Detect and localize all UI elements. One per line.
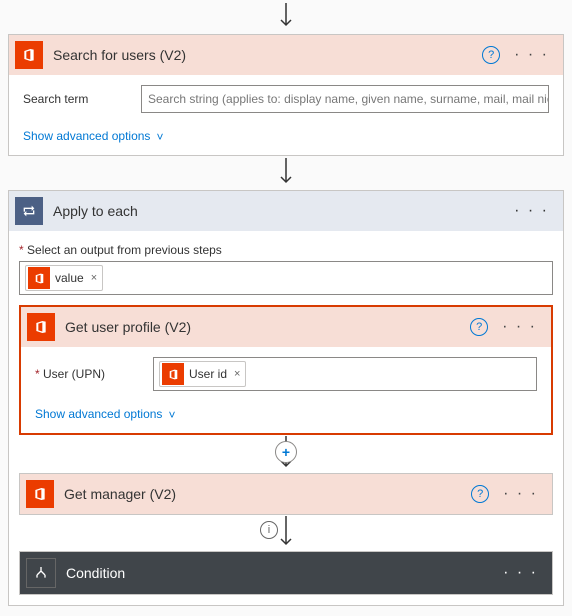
- control-header[interactable]: Apply to each · · ·: [9, 191, 563, 231]
- show-advanced-options-link[interactable]: Show advanced options ˅: [23, 129, 163, 143]
- show-advanced-options-link[interactable]: Show advanced options ˅: [35, 407, 175, 421]
- action-get-manager[interactable]: Get manager (V2) ? · · ·: [19, 473, 553, 515]
- action-menu-button[interactable]: · · ·: [510, 202, 553, 220]
- remove-token-button[interactable]: ×: [234, 368, 240, 380]
- connector-arrow: [8, 156, 564, 190]
- action-header[interactable]: Get user profile (V2) ? · · ·: [21, 307, 551, 347]
- connector-arrow: +: [19, 435, 553, 473]
- control-title: Condition: [66, 565, 489, 581]
- action-header[interactable]: Get manager (V2) ? · · ·: [20, 474, 552, 514]
- search-term-input[interactable]: Search string (applies to: display name,…: [141, 85, 549, 113]
- office365-icon: [28, 267, 50, 289]
- info-icon[interactable]: i: [260, 521, 278, 539]
- condition-icon: [26, 558, 56, 588]
- office365-icon: [162, 363, 184, 385]
- action-menu-button[interactable]: · · ·: [499, 485, 542, 503]
- connector-arrow: [8, 0, 564, 34]
- connector-arrow: i: [19, 515, 553, 551]
- control-title: Apply to each: [53, 203, 500, 219]
- control-condition[interactable]: Condition · · ·: [19, 551, 553, 595]
- office365-icon: [15, 41, 43, 69]
- remove-token-button[interactable]: ×: [91, 272, 97, 284]
- office365-icon: [26, 480, 54, 508]
- loop-icon: [15, 197, 43, 225]
- add-action-button[interactable]: +: [275, 441, 297, 463]
- action-menu-button[interactable]: · · ·: [510, 46, 553, 64]
- dynamic-token-value[interactable]: value ×: [25, 265, 103, 291]
- action-header[interactable]: Search for users (V2) ? · · ·: [9, 35, 563, 75]
- help-icon[interactable]: ?: [482, 46, 500, 64]
- field-label-user-upn: User (UPN): [35, 367, 145, 381]
- control-header[interactable]: Condition · · ·: [20, 552, 552, 594]
- action-menu-button[interactable]: · · ·: [498, 318, 541, 336]
- control-apply-to-each[interactable]: Apply to each · · · Select an output fro…: [8, 190, 564, 606]
- help-icon[interactable]: ?: [470, 318, 488, 336]
- chevron-down-icon: ˅: [168, 408, 175, 422]
- dynamic-token-user-id[interactable]: User id ×: [159, 361, 246, 387]
- help-icon[interactable]: ?: [471, 485, 489, 503]
- user-upn-input[interactable]: User id ×: [153, 357, 537, 391]
- action-title: Search for users (V2): [53, 47, 472, 63]
- select-output-input[interactable]: value ×: [19, 261, 553, 295]
- field-label-search-term: Search term: [23, 92, 133, 106]
- action-menu-button[interactable]: · · ·: [499, 564, 542, 582]
- office365-icon: [27, 313, 55, 341]
- action-search-for-users[interactable]: Search for users (V2) ? · · · Search ter…: [8, 34, 564, 156]
- action-title: Get manager (V2): [64, 486, 461, 502]
- action-get-user-profile[interactable]: Get user profile (V2) ? · · · User (UPN)…: [19, 305, 553, 435]
- action-title: Get user profile (V2): [65, 319, 460, 335]
- field-label-select-output: Select an output from previous steps: [19, 243, 553, 257]
- chevron-down-icon: ˅: [156, 130, 163, 144]
